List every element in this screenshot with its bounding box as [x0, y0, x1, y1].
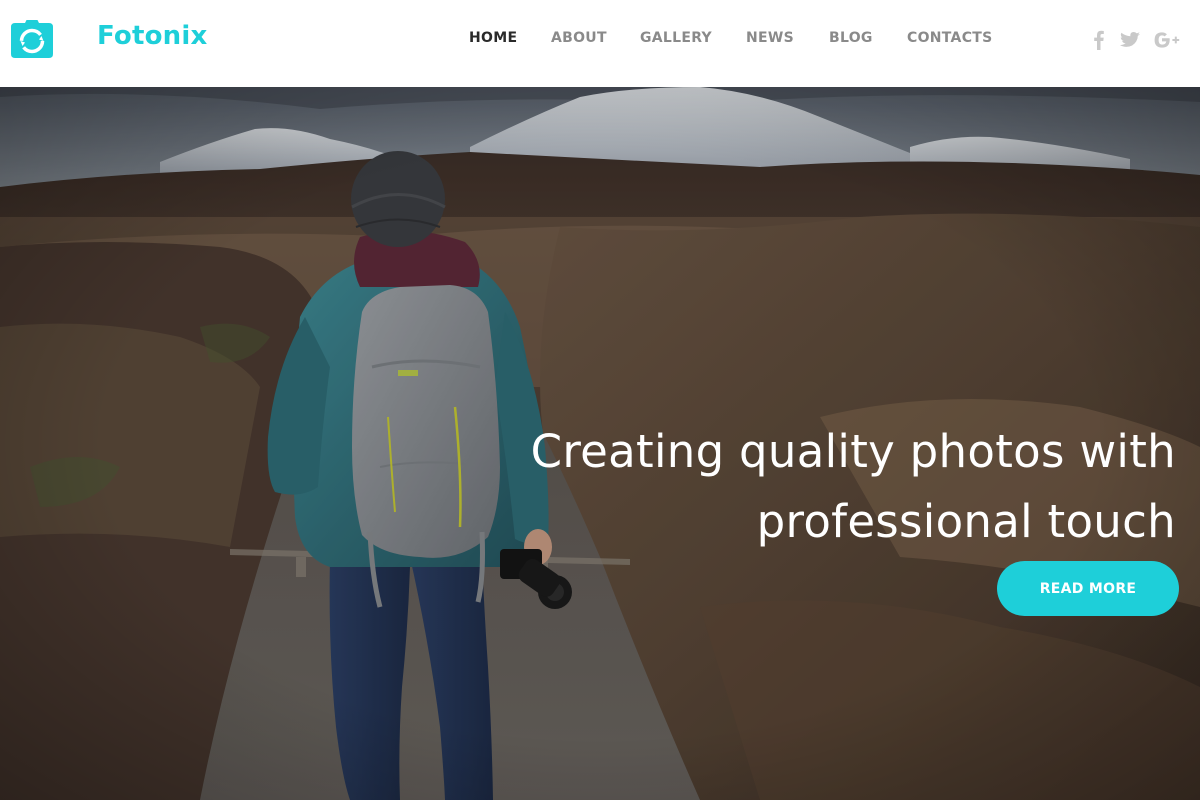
site-header: Fotonix HOME ABOUT GALLERY NEWS BLOG CON… [0, 0, 1200, 87]
brand-name: Fotonix [97, 21, 208, 51]
read-more-button[interactable]: READ MORE [997, 561, 1179, 616]
nav-item-home[interactable]: HOME [469, 30, 517, 46]
google-plus-icon[interactable] [1152, 28, 1182, 52]
hero-section: Creating quality photos with professiona… [0, 87, 1200, 800]
nav-item-gallery[interactable]: GALLERY [640, 30, 712, 46]
logo-link[interactable]: Fotonix [0, 0, 220, 87]
hero-headline-line2: professional touch [756, 495, 1176, 549]
nav-item-about[interactable]: ABOUT [551, 30, 607, 46]
nav-item-contacts[interactable]: CONTACTS [907, 30, 993, 46]
nav-item-blog[interactable]: BLOG [829, 30, 873, 46]
nav-item-news[interactable]: NEWS [746, 30, 794, 46]
twitter-icon[interactable] [1119, 28, 1141, 52]
camera-icon [11, 20, 53, 58]
facebook-icon[interactable] [1092, 28, 1106, 52]
hero-headline-line1: Creating quality photos with [530, 425, 1176, 479]
hero-headline: Creating quality photos with professiona… [416, 417, 1176, 557]
